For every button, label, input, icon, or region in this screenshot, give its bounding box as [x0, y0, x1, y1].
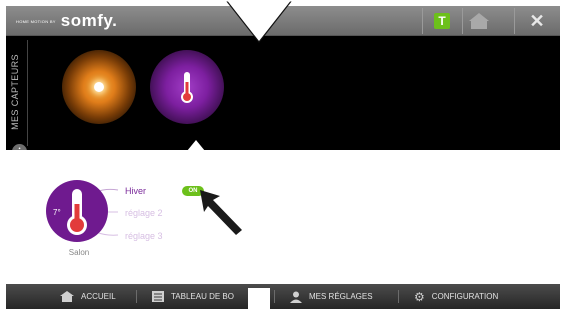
sensors-title: MES CAPTEURS	[10, 54, 20, 130]
sun-icon	[94, 82, 104, 92]
sensor-sun[interactable]	[62, 50, 136, 124]
mode-option[interactable]: Hiver	[125, 186, 146, 196]
user-icon	[290, 291, 302, 303]
somfy-app-window: home motion by somfy. T ✕ MES CAPTEURS	[0, 0, 566, 313]
close-icon: ✕	[529, 10, 545, 31]
nav-label: ACCUEIL	[81, 292, 116, 301]
temperature-value: 7°	[53, 208, 61, 217]
logo-brand: somfy.	[60, 11, 118, 30]
close-button[interactable]: ✕	[525, 10, 549, 32]
somfy-logo: home motion by somfy.	[16, 11, 118, 30]
nav-item-configuration[interactable]: ⚙ CONFIGURATION	[414, 284, 498, 309]
callout-pointer	[226, 0, 292, 43]
home-icon	[469, 13, 489, 29]
bottom-nav: ACCUEIL TABLEAU DE BO MES RÉGLAGES ⚙ CON…	[6, 284, 560, 309]
nav-label: MES RÉGLAGES	[309, 292, 373, 301]
nav-item-reglages[interactable]: MES RÉGLAGES	[290, 284, 373, 309]
separator	[422, 8, 423, 34]
home-button[interactable]	[467, 10, 491, 32]
separator	[462, 8, 463, 34]
sensor-detail-panel: 7° Salon Hiver réglage 2 réglage 3 ON	[6, 150, 560, 280]
separator	[514, 8, 515, 34]
mode-option[interactable]: réglage 2	[125, 208, 163, 218]
dashboard-icon	[152, 291, 164, 302]
separator	[274, 290, 275, 303]
home-icon	[60, 291, 74, 302]
nav-label: CONFIGURATION	[431, 292, 499, 301]
nav-label: TABLEAU DE BO	[171, 292, 234, 301]
t-button[interactable]: T	[430, 10, 454, 32]
thermometer-icon	[181, 72, 193, 103]
room-name: Salon	[68, 248, 90, 257]
separator	[398, 290, 399, 303]
overlay-block	[248, 288, 270, 313]
divider	[27, 40, 28, 146]
sensor-thermometer[interactable]	[150, 50, 224, 124]
logo-prefix: home motion by	[16, 18, 56, 24]
nav-item-accueil[interactable]: ACCUEIL	[60, 284, 116, 309]
sensors-panel: MES CAPTEURS	[6, 36, 560, 151]
mouse-pointer-icon	[200, 190, 242, 235]
mode-option[interactable]: réglage 3	[125, 231, 163, 241]
nav-item-tableau[interactable]: TABLEAU DE BO	[152, 284, 234, 309]
t-icon: T	[434, 13, 450, 29]
separator	[136, 290, 137, 303]
gear-icon: ⚙	[414, 289, 425, 304]
